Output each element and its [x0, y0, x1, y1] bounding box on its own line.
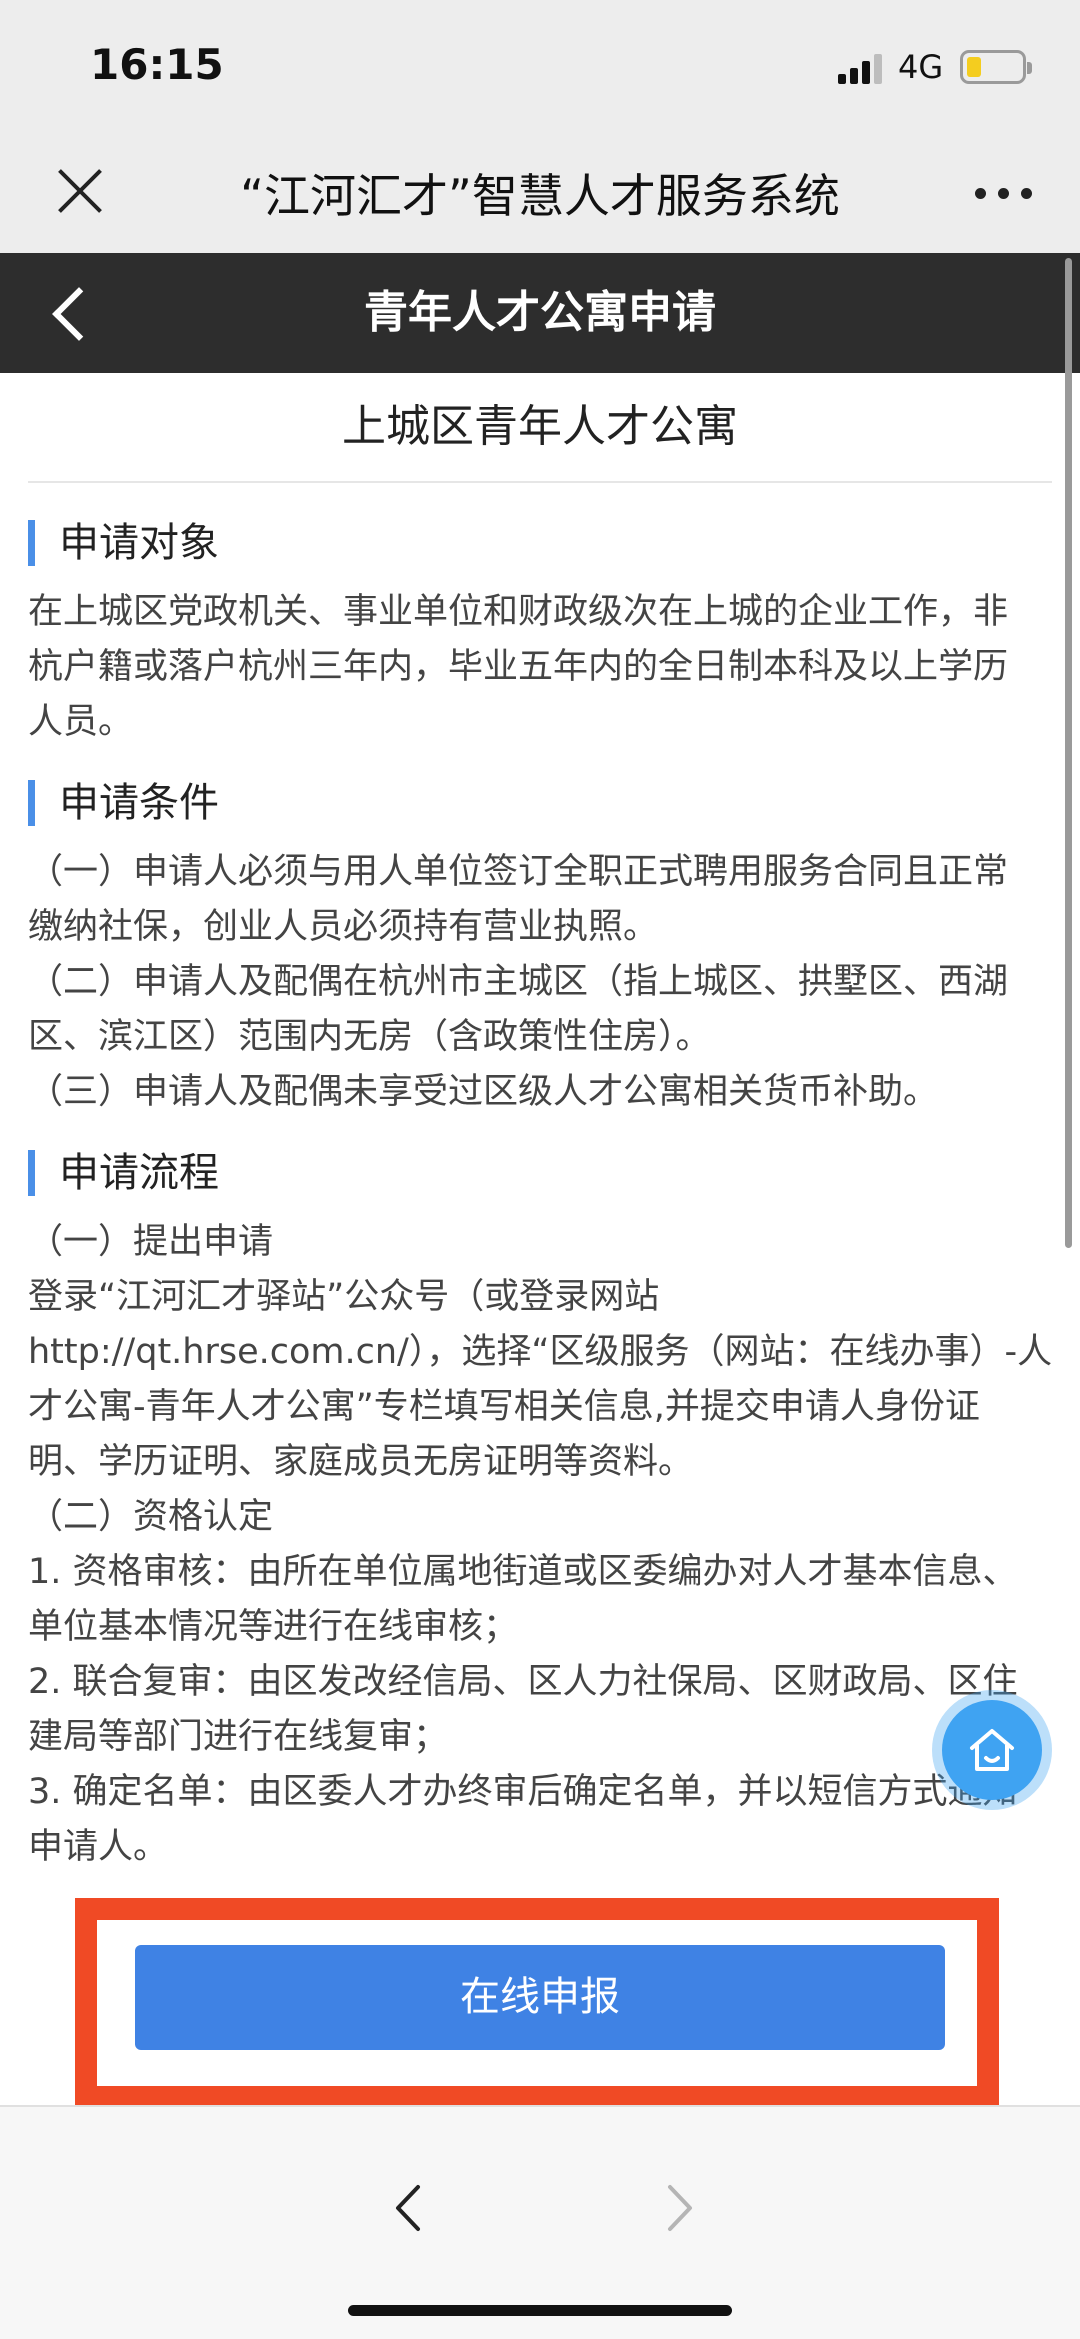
- bottom-toolbar: [0, 2105, 1080, 2339]
- close-icon[interactable]: [50, 162, 110, 222]
- text-line: （二）申请人及配偶在杭州市主城区（指上城区、拱墅区、西湖: [28, 962, 1009, 1002]
- more-icon[interactable]: [975, 188, 1035, 202]
- scrollbar[interactable]: [1065, 258, 1072, 1248]
- text-line: （二）资格认定: [28, 1497, 274, 1537]
- section-heading: 申请流程: [28, 1150, 219, 1196]
- section-body: 在上城区党政机关、事业单位和财政级次在上城的企业工作，非 杭户籍或落户杭州三年内…: [28, 585, 1053, 750]
- nav-bar: 青年人才公寓申请: [0, 253, 1080, 373]
- section-body: （一）提出申请 登录“江河汇才驿站”公众号（或登录网站 http://qt.hr…: [28, 1215, 1053, 1875]
- home-indicator: [348, 2305, 732, 2316]
- nav-title: 青年人才公寓申请: [364, 287, 716, 338]
- text-line: （一）提出申请: [28, 1222, 274, 1262]
- text-line: 建局等部门进行在线复审；: [28, 1717, 449, 1757]
- text-line: 在上城区党政机关、事业单位和财政级次在上城的企业工作，非: [28, 592, 1009, 632]
- signal-icon: [838, 52, 888, 84]
- text-line: 明、学历证明、家庭成员无房证明等资料。: [28, 1442, 694, 1482]
- text-line: 人员。: [28, 702, 134, 742]
- text-line: 才公寓-青年人才公寓”专栏填写相关信息,并提交申请人身份证: [28, 1387, 980, 1427]
- home-button[interactable]: [942, 1700, 1042, 1800]
- section-heading: 申请条件: [28, 780, 219, 826]
- text-line: 杭户籍或落户杭州三年内，毕业五年内的全日制本科及以上学历: [28, 647, 1009, 687]
- home-icon: [970, 1729, 1014, 1771]
- section-heading: 申请对象: [28, 520, 219, 566]
- status-time: 16:15: [90, 40, 224, 89]
- battery-icon: [960, 50, 1032, 84]
- browser-title-bar: “江河汇才”智慧人才服务系统: [0, 140, 1080, 253]
- text-line: 区、滨江区）范围内无房（含政策性住房）。: [28, 1017, 711, 1057]
- text-line: 1. 资格审核：由所在单位属地街道或区委编办对人才基本信息、: [28, 1552, 1018, 1592]
- text-line: 单位基本情况等进行在线审核；: [28, 1607, 519, 1647]
- chevron-right-icon[interactable]: [660, 2183, 700, 2233]
- text-line: 3. 确定名单：由区委人才办终审后确定名单，并以短信方式通知: [28, 1772, 1018, 1812]
- page-title: “江河汇才”智慧人才服务系统: [240, 169, 840, 223]
- status-bar: 16:15 4G: [0, 0, 1080, 140]
- apartment-title: 上城区青年人才公寓: [28, 373, 1052, 483]
- text-line: 申请人。: [28, 1827, 169, 1867]
- chevron-left-icon[interactable]: [388, 2183, 428, 2233]
- network-type: 4G: [898, 48, 944, 86]
- text-line: 2. 联合复审：由区发改经信局、区人力社保局、区财政局、区住: [28, 1662, 1018, 1702]
- text-line: （三）申请人及配偶未享受过区级人才公寓相关货币补助。: [28, 1072, 939, 1112]
- text-line: （一）申请人必须与用人单位签订全职正式聘用服务合同且正常: [28, 852, 1009, 892]
- apply-online-button[interactable]: 在线申报: [135, 1945, 945, 2050]
- section-body: （一）申请人必须与用人单位签订全职正式聘用服务合同且正常 缴纳社保，创业人员必须…: [28, 845, 1053, 1120]
- text-line: 登录“江河汇才驿站”公众号（或登录网站: [28, 1277, 660, 1317]
- text-line: http://qt.hrse.com.cn/），选择“区级服务（网站：在线办事）…: [28, 1332, 1053, 1372]
- text-line: 缴纳社保，创业人员必须持有营业执照。: [28, 907, 659, 947]
